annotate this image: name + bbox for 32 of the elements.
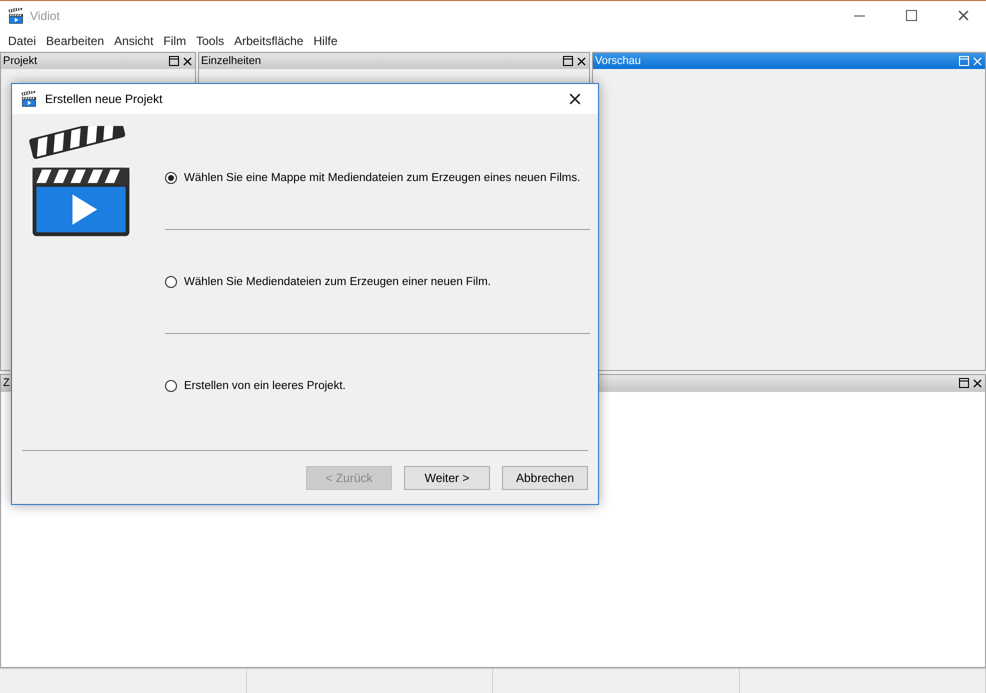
window-title: Vidiot	[30, 8, 61, 22]
menu-item[interactable]: Datei	[3, 34, 42, 48]
dock-icon[interactable]	[959, 378, 969, 388]
close-icon[interactable]	[183, 56, 192, 66]
menu-item[interactable]: Tools	[191, 34, 230, 48]
dialog-icon	[21, 91, 37, 107]
radio-option[interactable]: Wählen Sie Mediendateien zum Erzeugen einer neuen Film.	[165, 276, 491, 288]
panel-header[interactable]: Einzelheiten	[199, 53, 589, 69]
panel-title: Einzelheiten	[201, 55, 261, 67]
menu-item[interactable]: Bearbeiten	[41, 34, 110, 48]
panel-header[interactable]: Projekt	[1, 53, 195, 69]
dialog-title: Erstellen neue Projekt	[45, 92, 164, 106]
close-icon[interactable]	[958, 10, 968, 21]
close-icon[interactable]	[577, 56, 586, 66]
dock-icon[interactable]	[563, 56, 573, 66]
menu-item[interactable]: Film	[158, 34, 192, 48]
close-icon[interactable]	[569, 93, 581, 105]
panel-title: Z	[3, 377, 10, 389]
dock-icon[interactable]	[169, 56, 179, 66]
app-icon	[8, 8, 24, 24]
dialog-button[interactable]: Abbrechen	[502, 466, 588, 490]
dialog-button[interactable]: Weiter >	[404, 466, 490, 490]
close-icon[interactable]	[973, 378, 982, 388]
radio-option[interactable]: Wählen Sie eine Mappe mit Mediendateien zum Erzeugen eines neuen Films.	[165, 172, 580, 184]
radio-option[interactable]: Erstellen von ein leeres Projekt.	[165, 380, 346, 392]
panel-title: Vorschau	[595, 55, 641, 67]
panel-title: Projekt	[3, 55, 38, 67]
minimize-icon[interactable]	[854, 14, 864, 16]
maximize-icon[interactable]	[906, 10, 916, 21]
menu-item[interactable]: Hilfe	[308, 34, 342, 48]
menu-item[interactable]: Ansicht	[109, 34, 158, 48]
menu-item[interactable]: Arbeitsfläche	[229, 34, 308, 48]
